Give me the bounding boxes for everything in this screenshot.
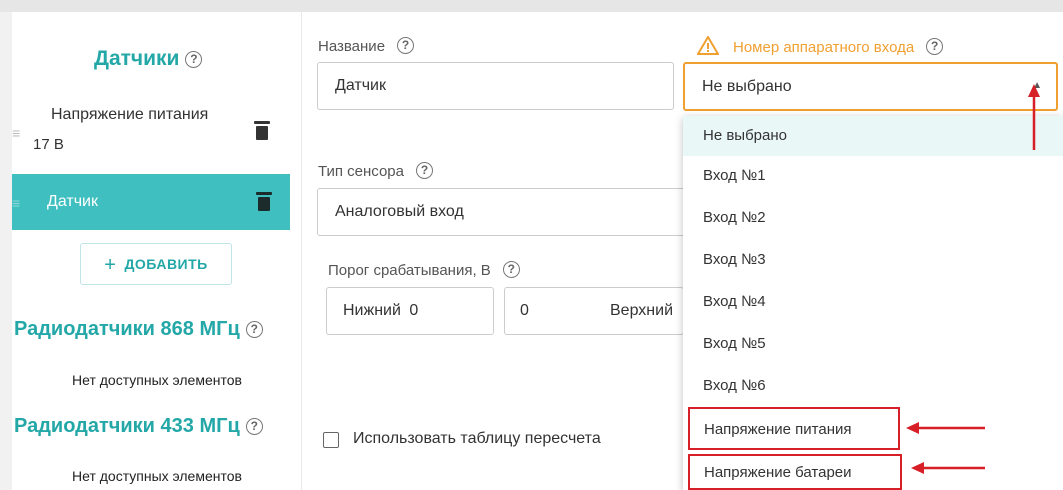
annotation-arrows [906,84,1040,474]
